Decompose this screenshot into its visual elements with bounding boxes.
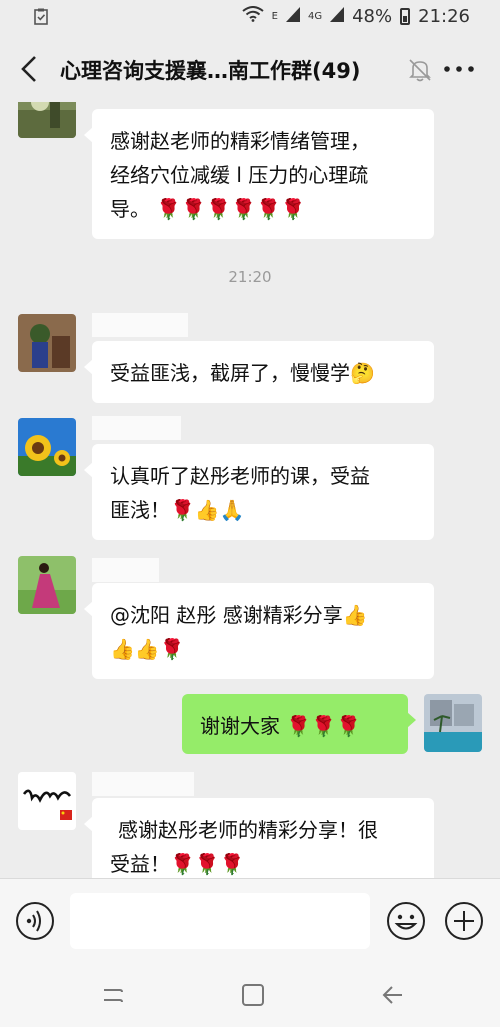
avatar[interactable] (18, 418, 76, 476)
message-text: 谢谢大家 (200, 714, 280, 738)
message-text: 受益匪浅，截屏了，慢慢学 (110, 361, 350, 385)
message-text-line: 匪浅！ (110, 498, 170, 522)
message-bubble[interactable]: 感谢赵老师的精彩情绪管理， 经络穴位减缓 l 压力的心理疏 导。 🌹🌹🌹🌹🌹🌹 (84, 109, 434, 239)
input-bar (0, 878, 500, 960)
signal-icon-1 (285, 6, 300, 27)
clock: 21:26 (418, 6, 470, 27)
sender-name-placeholder (92, 416, 181, 440)
avatar[interactable] (18, 102, 76, 138)
home-icon[interactable] (240, 982, 266, 1008)
thumbs-rose-emoji-icon: 👍👍🌹 (110, 637, 185, 661)
chat-title: 心理咨询支援襄…南工作群(49) (60, 59, 361, 83)
chat-message-list[interactable]: 感谢赵老师的精彩情绪管理， 经络穴位减缓 l 压力的心理疏 导。 🌹🌹🌹🌹🌹🌹 … (0, 102, 500, 878)
chevron-left-icon[interactable] (16, 54, 44, 84)
chat-header: 心理咨询支援襄…南工作群(49) (0, 36, 500, 102)
timestamp: 21:20 (228, 268, 272, 286)
rose-emoji-icon: 🌹🌹🌹🌹🌹🌹 (156, 197, 306, 221)
back-arrow-icon[interactable] (380, 982, 406, 1008)
message-text-line: 感谢赵老师的精彩情绪管理， (110, 129, 370, 153)
more-dots-icon[interactable] (441, 53, 477, 85)
signal-icon-2 (330, 6, 345, 27)
message-bubble[interactable]: @沈阳 赵彤 感谢精彩分享👍 👍👍🌹 (84, 583, 434, 679)
emoji-icon[interactable] (386, 901, 426, 941)
voice-icon[interactable] (15, 901, 55, 941)
avatar[interactable] (18, 556, 76, 614)
wifi-icon (242, 6, 264, 27)
thumbs-up-emoji-icon: 👍 (342, 603, 368, 627)
battery-percent: 48% (352, 6, 393, 27)
avatar[interactable] (18, 314, 76, 372)
avatar[interactable] (18, 772, 76, 830)
message-bubble[interactable]: 感谢赵彤老师的精彩分享！很 受益！🌹🌹🌹 (84, 798, 434, 878)
sender-name-placeholder (92, 772, 194, 796)
system-nav-bar (0, 960, 500, 1027)
message-text-line: 经络穴位减缓 l 压力的心理疏 (110, 163, 369, 187)
battery-icon (400, 8, 411, 25)
message-text-line: 受益！ (110, 852, 170, 876)
message-bubble[interactable]: 受益匪浅，截屏了，慢慢学🤔 (84, 341, 434, 403)
message-text-line: 感谢赵彤老师的精彩分享！很 (118, 818, 378, 842)
message-text-line: @沈阳 赵彤 感谢精彩分享 (110, 603, 343, 627)
my-message-bubble[interactable]: 谢谢大家 🌹🌹🌹 (182, 694, 416, 754)
message-bubble[interactable]: 认真听了赵彤老师的课，受益 匪浅！🌹👍🙏 (84, 444, 434, 540)
rose-emoji-icon: 🌹🌹🌹 (170, 852, 245, 876)
network-type-small: E (271, 11, 278, 22)
bell-off-icon (407, 57, 433, 83)
recent-apps-icon[interactable] (100, 982, 126, 1008)
plus-icon[interactable] (444, 901, 484, 941)
status-bar: E 4G 48% 21:26 (0, 0, 500, 36)
network-type-4g: 4G (307, 11, 323, 22)
message-text-line: 认真听了赵彤老师的课，受益 (110, 464, 370, 488)
avatar[interactable] (424, 694, 482, 752)
rose-thumbs-pray-emoji-icon: 🌹👍🙏 (170, 498, 245, 522)
sender-name-placeholder (92, 313, 188, 337)
thinking-emoji-icon: 🤔 (350, 361, 375, 385)
message-text-line: 导。 (110, 197, 150, 221)
message-input[interactable] (70, 893, 370, 949)
sender-name-placeholder (92, 558, 159, 582)
clipboard-check-icon (34, 8, 48, 29)
rose-emoji-icon: 🌹🌹🌹 (286, 714, 362, 738)
